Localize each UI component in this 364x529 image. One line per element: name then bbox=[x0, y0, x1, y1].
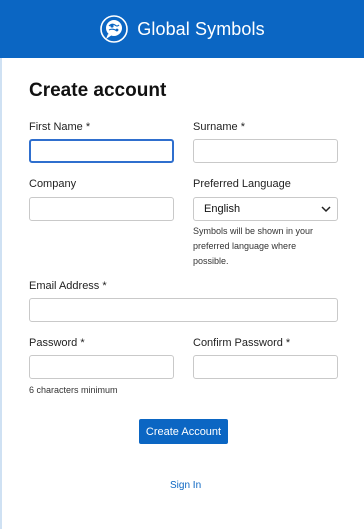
password-help-text: 6 characters minimum bbox=[29, 385, 118, 395]
page-title: Create account bbox=[29, 80, 167, 101]
email-label: Email Address * bbox=[29, 280, 107, 292]
chevron-down-icon bbox=[321, 206, 331, 213]
page-edge bbox=[0, 58, 2, 529]
surname-input[interactable] bbox=[193, 139, 338, 163]
first-name-label: First Name * bbox=[29, 121, 91, 133]
top-bar: Global Symbols bbox=[0, 0, 364, 58]
sign-in-link[interactable]: Sign In bbox=[170, 480, 201, 491]
password-label: Password * bbox=[29, 337, 85, 349]
brand[interactable]: Global Symbols bbox=[99, 14, 265, 44]
surname-label: Surname * bbox=[193, 121, 245, 133]
company-label: Company bbox=[29, 178, 77, 190]
language-select-value: English bbox=[204, 203, 241, 215]
brand-name: Global Symbols bbox=[137, 18, 265, 39]
confirm-password-input[interactable] bbox=[193, 355, 338, 379]
create-account-button[interactable]: Create Account bbox=[139, 419, 228, 444]
password-input[interactable] bbox=[29, 355, 174, 379]
language-label: Preferred Language bbox=[193, 178, 291, 190]
language-help-text: Symbols will be shown in your preferred … bbox=[193, 226, 314, 266]
globe-speech-bubble-icon bbox=[100, 15, 129, 43]
company-input[interactable] bbox=[29, 197, 174, 221]
language-select[interactable]: English bbox=[193, 197, 338, 221]
confirm-password-label: Confirm Password * bbox=[193, 337, 291, 349]
email-input[interactable] bbox=[29, 298, 338, 322]
first-name-input[interactable] bbox=[29, 139, 174, 163]
